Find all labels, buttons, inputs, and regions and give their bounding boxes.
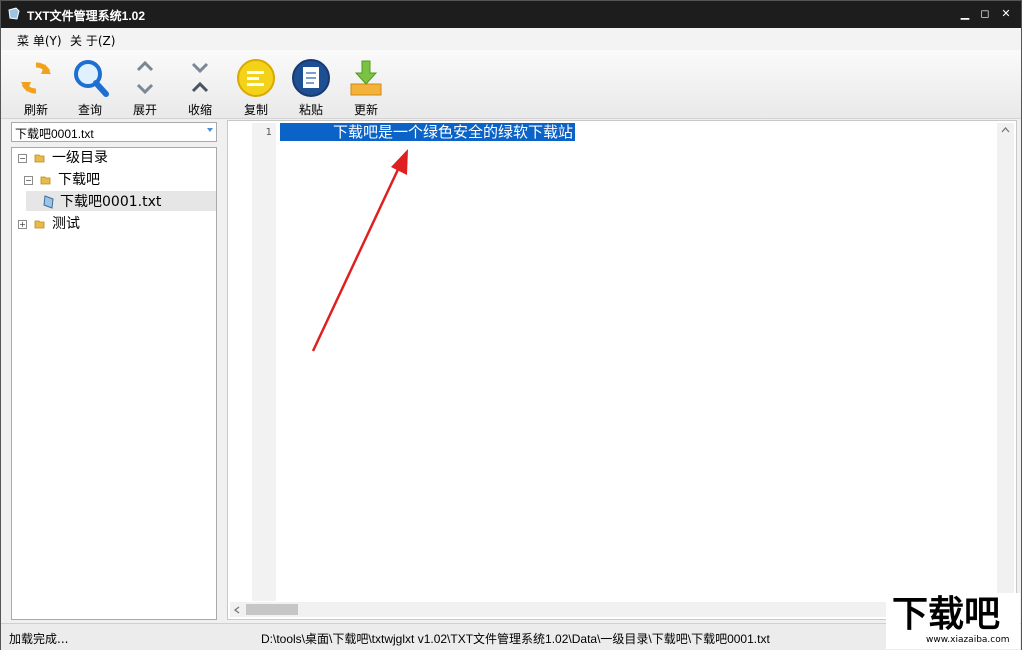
close-button[interactable]: ✕ — [998, 6, 1014, 22]
line-number-gutter: 1 — [252, 123, 276, 601]
refresh-label: 刷新 — [23, 103, 48, 117]
dropdown-arrow-icon[interactable] — [207, 128, 213, 132]
tree-node-level1[interactable]: − 一级目录 — [16, 148, 206, 168]
status-file-path: D:\tools\桌面\下载吧\txtwjglxt v1.02\TXT文件管理系… — [261, 632, 770, 646]
status-bar: 加载完成... D:\tools\桌面\下载吧\txtwjglxt v1.02\… — [1, 623, 1021, 650]
watermark-url: www.xiazaiba.com — [926, 635, 1010, 645]
paste-button[interactable]: 粘贴 — [286, 56, 336, 118]
folder-icon — [40, 176, 51, 185]
app-icon — [8, 7, 20, 20]
scroll-up-icon[interactable] — [1001, 127, 1010, 133]
tree-node-label: 下载吧 — [58, 172, 100, 188]
directory-tree[interactable]: − 一级目录 − 下载吧 下载吧0001.txt + 测试 — [11, 147, 217, 620]
tree-node-label: 下载吧0001.txt — [60, 194, 162, 210]
vertical-scrollbar[interactable] — [997, 123, 1014, 601]
menu-bar: 菜 单(Y) 关 于(Z) — [1, 28, 1021, 50]
tree-node-xiazaiba[interactable]: − 下载吧 — [22, 170, 212, 190]
selected-text-line[interactable]: 下载吧是一个绿色安全的绿软下载站 — [280, 123, 576, 141]
collapse-button[interactable]: 收缩 — [175, 56, 225, 118]
update-button[interactable]: 更新 — [341, 56, 391, 118]
watermark-text: 下载吧 — [892, 594, 1001, 635]
app-window: TXT文件管理系统1.02 ▁ ◻ ✕ 菜 单(Y) 关 于(Z) 刷新 查询 — [0, 0, 1022, 650]
scroll-left-icon[interactable] — [234, 606, 240, 614]
minimize-button[interactable]: ▁ — [957, 6, 973, 22]
line-number: 1 — [265, 127, 272, 138]
paste-label: 粘贴 — [298, 103, 323, 117]
menu-item-menu[interactable]: 菜 单(Y) — [17, 32, 62, 49]
collapse-chevrons-icon — [191, 62, 209, 93]
file-select[interactable]: 下载吧0001.txt — [11, 122, 217, 142]
tree-node-test[interactable]: + 测试 — [16, 214, 206, 234]
expand-button[interactable]: 展开 — [120, 56, 170, 118]
annotation-arrow — [311, 149, 408, 352]
search-button[interactable]: 查询 — [65, 56, 115, 118]
copy-list-icon — [237, 59, 275, 97]
collapse-node-icon[interactable]: − — [24, 176, 33, 185]
search-label: 查询 — [77, 103, 102, 117]
folder-icon — [34, 220, 45, 229]
menu-item-about[interactable]: 关 于(Z) — [70, 32, 115, 49]
text-file-icon — [43, 195, 54, 209]
paste-document-icon — [292, 59, 330, 97]
update-label: 更新 — [353, 103, 378, 117]
expand-chevrons-icon — [136, 60, 154, 95]
expand-node-icon[interactable]: + — [18, 220, 27, 229]
watermark-logo: 下载吧 www.xiazaiba.com — [886, 593, 1020, 649]
toolbar: 刷新 查询 展开 收缩 复制 粘贴 更新 — [1, 50, 1021, 119]
file-select-value: 下载吧0001.txt — [15, 127, 94, 141]
download-update-icon — [350, 60, 382, 96]
tree-node-label: 一级目录 — [52, 150, 108, 166]
title-bar[interactable]: TXT文件管理系统1.02 ▁ ◻ ✕ — [1, 1, 1021, 28]
search-icon — [74, 60, 109, 97]
folder-icon — [34, 154, 45, 163]
collapse-node-icon[interactable]: − — [18, 154, 27, 163]
status-message: 加载完成... — [9, 632, 69, 646]
window-title: TXT文件管理系统1.02 — [27, 9, 146, 23]
refresh-icon — [21, 62, 51, 94]
horizontal-scroll-thumb[interactable] — [246, 604, 298, 615]
expand-label: 展开 — [132, 103, 157, 117]
refresh-button[interactable]: 刷新 — [11, 56, 61, 118]
copy-label: 复制 — [243, 103, 268, 117]
collapse-label: 收缩 — [187, 103, 212, 117]
copy-button[interactable]: 复制 — [231, 56, 281, 118]
tree-node-label: 测试 — [52, 216, 80, 232]
maximize-button[interactable]: ◻ — [977, 6, 993, 22]
left-pane: 下载吧0001.txt − 一级目录 − 下载吧 下载吧0001.txt + 测… — [9, 120, 221, 620]
tree-node-file[interactable]: 下载吧0001.txt — [40, 192, 216, 212]
horizontal-scrollbar[interactable] — [230, 602, 996, 617]
